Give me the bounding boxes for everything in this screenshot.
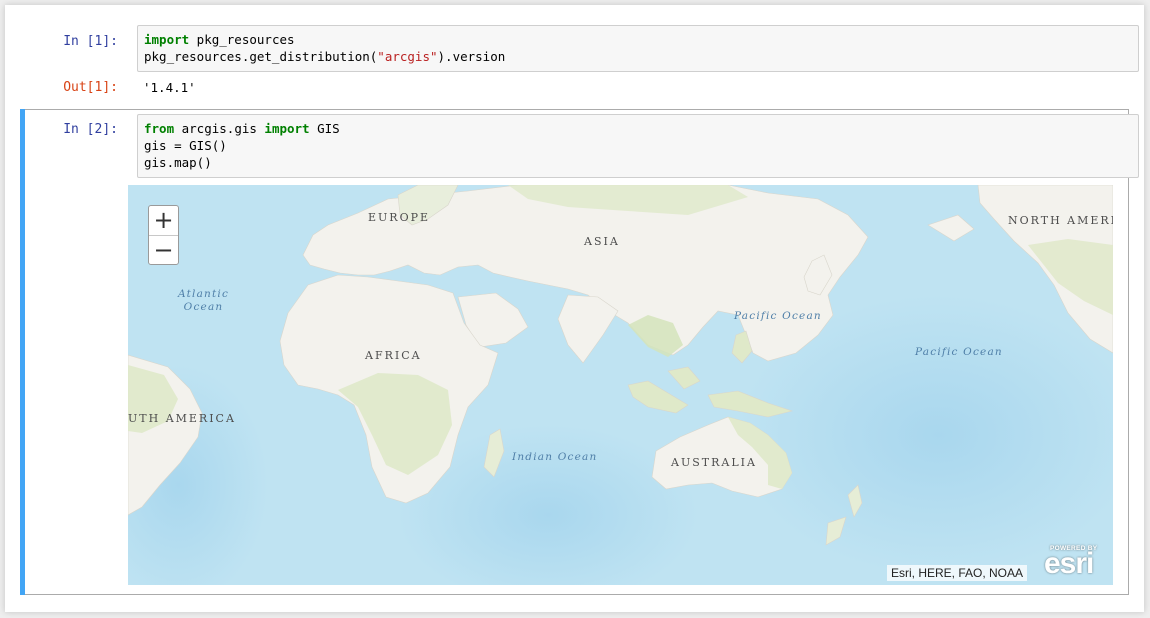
code-token: pkg_resources.get_distribution(	[144, 49, 378, 64]
label-atlantic-ocean: Atlantic Ocean	[178, 288, 230, 313]
code-line: gis = GIS()	[144, 137, 1132, 154]
map-attribution: Esri, HERE, FAO, NOAA	[887, 565, 1028, 581]
label-south-america: UTH AMERICA	[128, 412, 236, 425]
input-prompt: In [2]:	[63, 122, 118, 137]
code-token: gis.map()	[144, 155, 212, 170]
label-australia: AUSTRALIA	[671, 456, 757, 469]
map-widget[interactable]: + − EUROPE ASIA NORTH AMERIC AFRICA UTH …	[128, 185, 1113, 585]
code-keyword: import	[264, 121, 310, 136]
code-string: "arcgis"	[377, 49, 438, 64]
zoom-control: + −	[148, 205, 179, 265]
code-keyword: import	[144, 32, 190, 47]
code-input[interactable]: import pkg_resources pkg_resources.get_di…	[137, 25, 1139, 72]
notebook: In [1]: import pkg_resources pkg_resource…	[5, 5, 1144, 612]
label-pacific-ocean-east: Pacific Ocean	[915, 346, 1003, 358]
code-keyword: from	[144, 121, 175, 136]
code-cell-2[interactable]: In [2]: from arcgis.gis import GIS gis = …	[20, 114, 1139, 184]
input-prompt: In [1]:	[63, 34, 118, 49]
esri-logo[interactable]: POWERED BY esri	[1044, 545, 1108, 581]
label-indian-ocean: Indian Ocean	[512, 451, 598, 463]
code-line: gis.map()	[144, 154, 1132, 171]
code-line: from arcgis.gis import GIS	[144, 120, 1132, 137]
label-europe: EUROPE	[368, 211, 431, 224]
label-pacific-ocean-west: Pacific Ocean	[734, 310, 822, 322]
world-map[interactable]	[128, 185, 1113, 585]
code-token: ).version	[437, 49, 506, 64]
code-token: gis = GIS()	[144, 138, 227, 153]
esri-wordmark: esri	[1044, 547, 1094, 580]
label-africa: AFRICA	[365, 349, 422, 362]
label-north-america: NORTH AMERIC	[1008, 214, 1113, 227]
code-input[interactable]: from arcgis.gis import GIS gis = GIS() gis…	[137, 114, 1139, 178]
zoom-in-button[interactable]: +	[149, 206, 178, 236]
code-line: import pkg_resources	[144, 31, 1132, 48]
code-line: pkg_resources.get_distribution("arcgis")…	[144, 48, 1132, 65]
code-cell-1[interactable]: In [1]: import pkg_resources pkg_resource…	[20, 25, 1139, 105]
code-token: arcgis.gis	[174, 121, 265, 136]
code-token: GIS	[309, 121, 340, 136]
output-prompt: Out[1]:	[63, 80, 118, 95]
zoom-out-button[interactable]: −	[149, 236, 178, 265]
code-token: pkg_resources	[189, 32, 295, 47]
label-asia: ASIA	[584, 235, 620, 248]
output-text: '1.4.1'	[143, 80, 196, 95]
